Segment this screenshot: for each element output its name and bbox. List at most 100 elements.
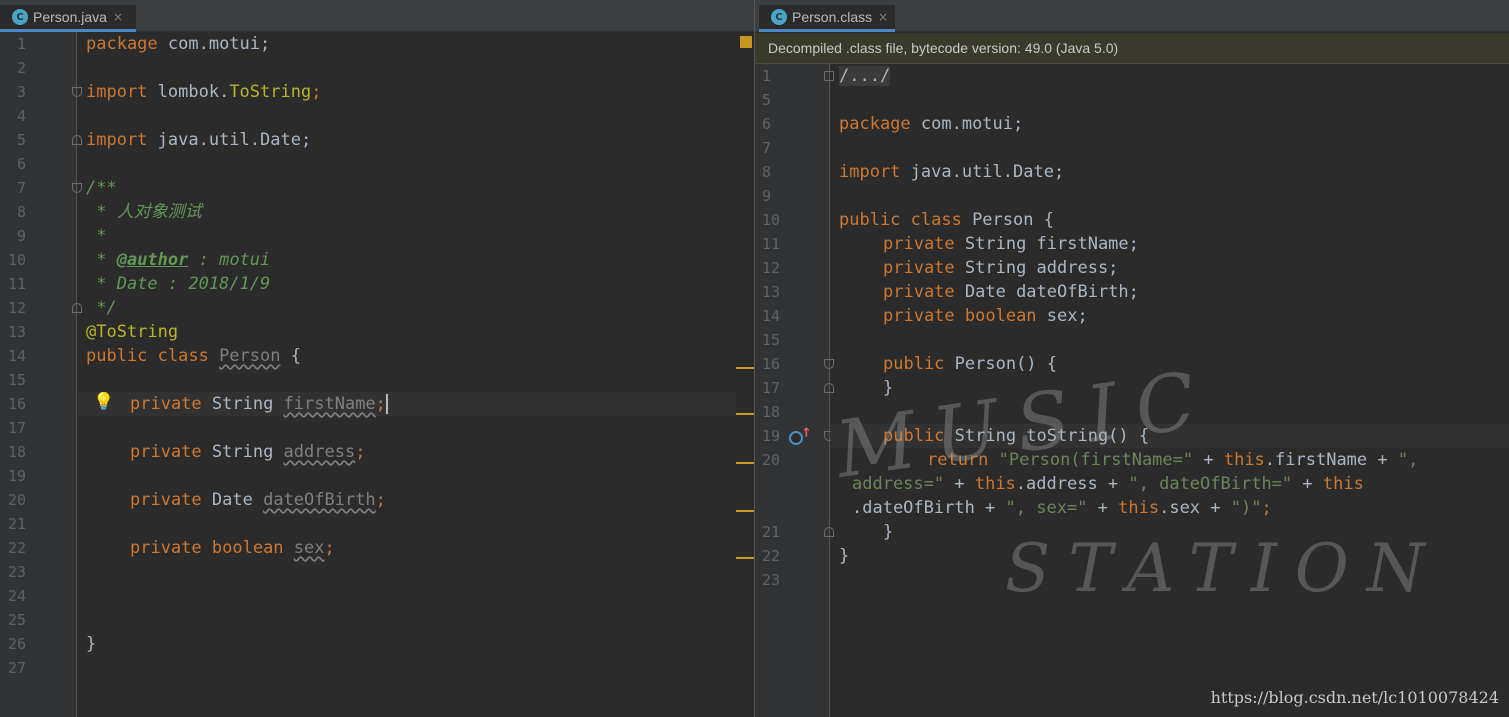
line-number: 12 <box>762 259 781 277</box>
folded-region[interactable]: /.../ <box>839 66 891 86</box>
line-number: 8 <box>17 203 27 221</box>
tab-label: Person.class <box>792 9 873 25</box>
code-line: public Person() { <box>883 354 1058 374</box>
warning-indicator[interactable] <box>740 36 752 48</box>
code-line: public class Person { <box>86 346 301 366</box>
line-number: 10 <box>762 211 781 229</box>
close-tab-icon[interactable]: × <box>878 10 888 24</box>
code-line: private String firstName; <box>883 234 1139 254</box>
left-code-area[interactable]: package com.motui; import lombok.ToStrin… <box>78 32 752 717</box>
lightbulb-icon[interactable]: 💡 <box>93 392 114 412</box>
line-number: 22 <box>762 547 781 565</box>
line-number: 16 <box>762 355 781 373</box>
line-number: 19 <box>8 467 27 485</box>
left-tab-bar: C Person.java × <box>0 0 754 32</box>
line-number: 25 <box>8 611 27 629</box>
code-line: private Date dateOfBirth; <box>130 490 386 510</box>
tab-person-java[interactable]: C Person.java × <box>0 5 136 32</box>
code-line: } <box>883 522 894 542</box>
code-line: package com.motui; <box>86 34 271 54</box>
line-number: 17 <box>8 419 27 437</box>
line-number: 5 <box>762 91 772 109</box>
line-number: 17 <box>762 379 781 397</box>
line-number: 15 <box>8 371 27 389</box>
code-line: @ToString <box>86 322 179 342</box>
line-number: 15 <box>762 331 781 349</box>
code-line: } <box>839 546 850 566</box>
code-line: /.../ <box>839 64 891 88</box>
code-line: * 人对象测试 <box>86 202 202 222</box>
tab-label: Person.java <box>33 9 107 25</box>
line-number: 7 <box>762 139 772 157</box>
line-number: 20 <box>762 451 781 469</box>
line-number: 12 <box>8 299 27 317</box>
code-line: public String toString() { <box>883 426 1150 446</box>
line-number: 18 <box>8 443 27 461</box>
line-number: 1 <box>762 67 772 85</box>
code-line: } <box>883 378 894 398</box>
error-stripe-mark[interactable] <box>736 367 754 369</box>
code-line: import java.util.Date; <box>86 130 312 150</box>
line-number: 5 <box>17 131 27 149</box>
left-editor-pane: C Person.java × 1 2 3 4 5 6 7 8 9 10 11 … <box>0 0 754 717</box>
code-line: import java.util.Date; <box>839 162 1065 182</box>
banner-text: Decompiled .class file, bytecode version… <box>768 40 1119 56</box>
code-line: * @author : motui <box>86 250 271 270</box>
code-line: public class Person { <box>839 210 1054 230</box>
left-gutter: 1 2 3 4 5 6 7 8 9 10 11 12 13 14 15 16 1… <box>0 32 82 717</box>
code-line: private Date dateOfBirth; <box>883 282 1139 302</box>
line-number: 8 <box>762 163 772 181</box>
line-number: 13 <box>8 323 27 341</box>
right-code-area[interactable]: /.../ package com.motui; import java.uti… <box>831 64 1509 717</box>
code-line: import lombok.ToString; <box>86 82 322 102</box>
line-number: 7 <box>17 179 27 197</box>
code-line: address=" + this.address + ", dateOfBirt… <box>852 474 1364 494</box>
close-tab-icon[interactable]: × <box>113 10 123 24</box>
line-number: 6 <box>17 155 27 173</box>
line-number: 9 <box>17 227 27 245</box>
override-arrow-icon[interactable]: ↑ <box>801 426 812 441</box>
line-number: 13 <box>762 283 781 301</box>
line-number: 24 <box>8 587 27 605</box>
line-number: 3 <box>17 83 27 101</box>
decompiled-banner: Decompiled .class file, bytecode version… <box>755 33 1509 64</box>
code-line: */ <box>86 298 117 318</box>
class-icon: C <box>771 9 787 25</box>
line-number: 23 <box>8 563 27 581</box>
line-number: 6 <box>762 115 772 133</box>
code-line: private String address; <box>883 258 1119 278</box>
line-number: 27 <box>8 659 27 677</box>
line-number: 11 <box>8 275 27 293</box>
right-editor-pane: C Person.class × Decompiled .class file,… <box>755 0 1509 717</box>
line-number: 21 <box>762 523 781 541</box>
code-line: /** <box>86 178 117 198</box>
line-number: 9 <box>762 187 772 205</box>
blog-credit: https://blog.csdn.net/lc1010078424 <box>1210 688 1499 707</box>
line-number: 20 <box>8 491 27 509</box>
line-number: 4 <box>17 107 27 125</box>
code-line: package com.motui; <box>839 114 1024 134</box>
code-line: return "Person(firstName=" + this.firstN… <box>927 450 1419 470</box>
code-line: private String firstName; <box>130 394 388 414</box>
right-gutter: 1 5 6 7 8 9 10 11 12 13 14 15 16 17 18 1… <box>755 64 834 717</box>
line-number: 10 <box>8 251 27 269</box>
line-number: 26 <box>8 635 27 653</box>
class-icon: C <box>12 9 28 25</box>
line-number: 11 <box>762 235 781 253</box>
line-number: 18 <box>762 403 781 421</box>
tab-person-class[interactable]: C Person.class × <box>759 5 895 32</box>
error-stripe-mark[interactable] <box>736 510 754 512</box>
code-line: private boolean sex; <box>883 306 1088 326</box>
code-line: .dateOfBirth + ", sex=" + this.sex + ")"… <box>852 498 1272 518</box>
line-number: 23 <box>762 571 781 589</box>
line-number: 22 <box>8 539 27 557</box>
error-stripe-mark[interactable] <box>736 557 754 559</box>
line-number: 2 <box>17 59 27 77</box>
line-number: 14 <box>762 307 781 325</box>
error-stripe-mark[interactable] <box>736 462 754 464</box>
code-line: * Date : 2018/1/9 <box>86 274 271 294</box>
code-line: private boolean sex; <box>130 538 335 558</box>
line-number: 1 <box>17 35 27 53</box>
error-stripe-mark[interactable] <box>736 413 754 415</box>
line-number: 16 <box>8 395 27 413</box>
